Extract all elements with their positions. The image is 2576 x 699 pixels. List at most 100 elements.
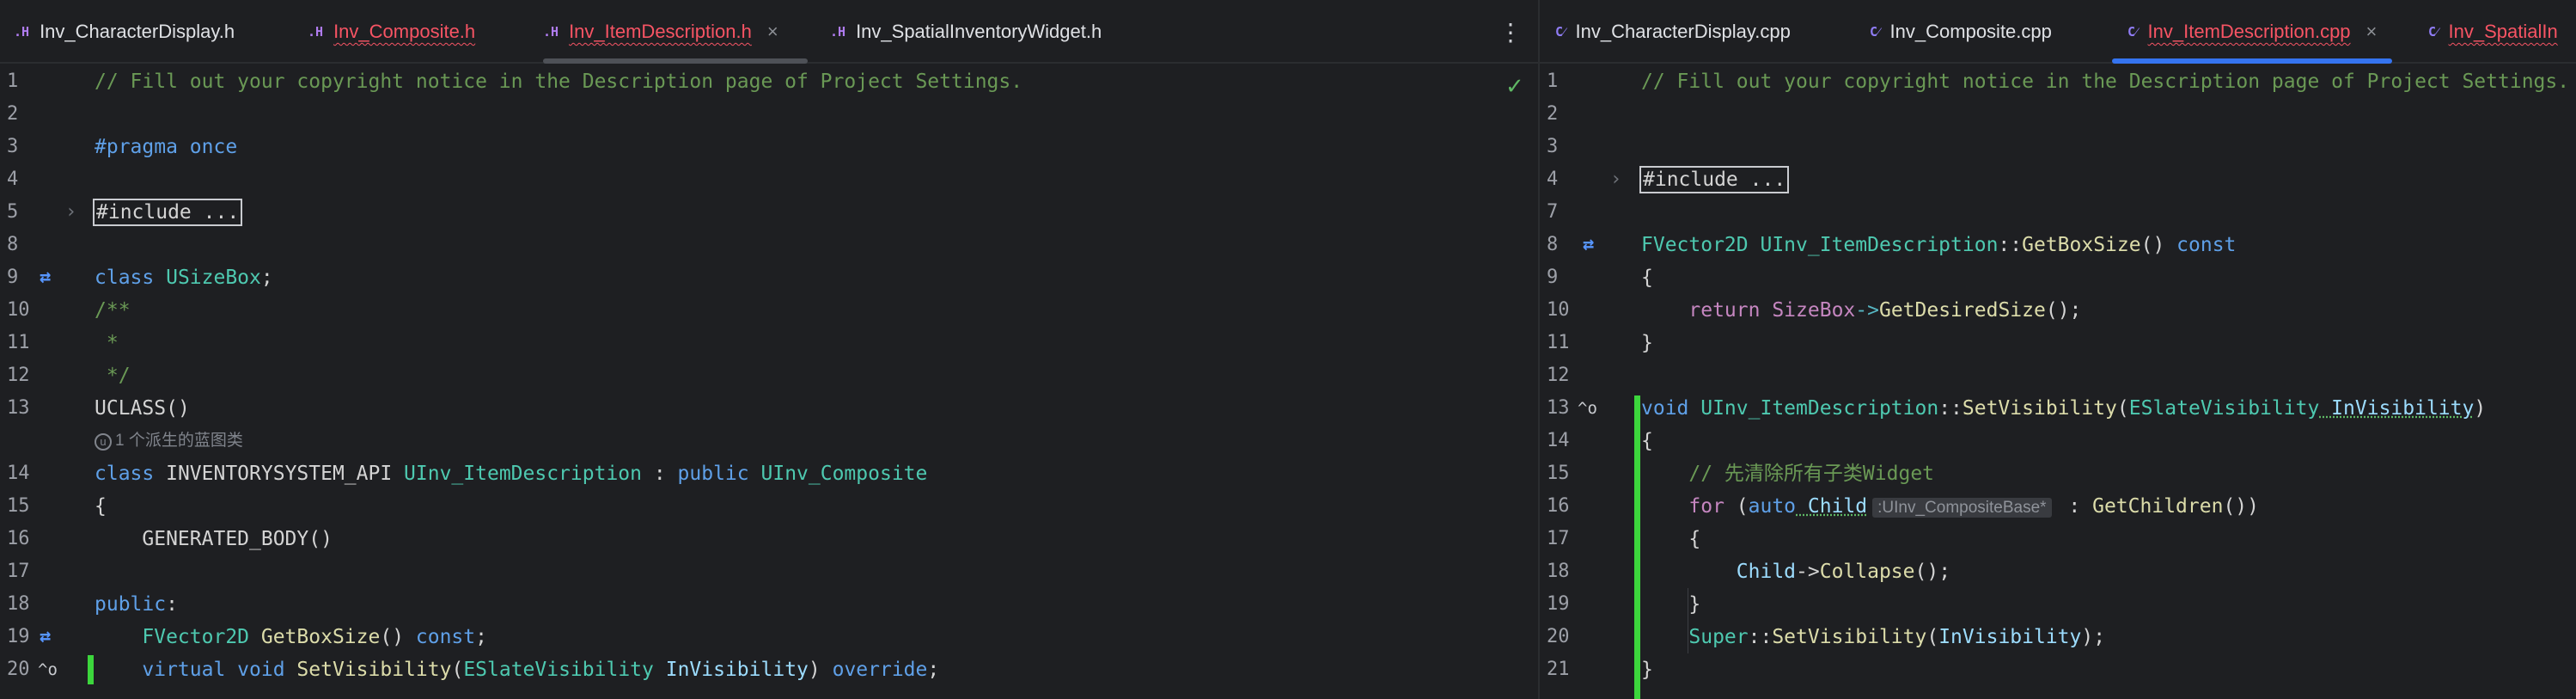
code-text: for (auto Child:UInv_CompositeBase* : Ge… — [1641, 495, 2259, 518]
code-text: } — [1641, 659, 1653, 681]
tab-inv-composite-cpp[interactable]: C⁄ Inv_Composite.cpp — [1870, 0, 2052, 64]
code-line: 7 — [1540, 196, 2576, 229]
header-file-icon: .H — [14, 24, 30, 40]
code-text: FVector2D GetBoxSize() const; — [95, 626, 487, 648]
line-number: 12 — [1547, 365, 1570, 386]
tab-inv-spatialinventorywidget-h[interactable]: .H Inv_SpatialInventoryWidget.h — [830, 0, 1102, 64]
header-file-icon: .H — [543, 24, 559, 40]
line-number: 13 — [7, 397, 30, 419]
code-line: 4 — [0, 163, 1538, 196]
implemented-override-icon[interactable]: ^o — [38, 653, 58, 686]
line-number: 19 — [1547, 593, 1570, 615]
code-line: 12 — [1540, 359, 2576, 392]
code-text: virtual void SetVisibility(ESlateVisibil… — [95, 659, 940, 681]
tab-inv-itemdescription-h[interactable]: .H Inv_ItemDescription.h × — [543, 0, 778, 64]
line-number: 16 — [7, 528, 30, 549]
code-line: 21 } — [1540, 653, 2576, 686]
line-number: 1 — [7, 71, 19, 92]
code-text: public: — [95, 593, 178, 616]
line-number: 18 — [7, 593, 30, 615]
more-tabs-icon[interactable]: ⋮ — [1499, 0, 1523, 64]
code-editor-right[interactable]: 1 // Fill out your copyright notice in t… — [1540, 65, 2576, 699]
tab-bar-right: C⁄ Inv_CharacterDisplay.cpp C⁄ Inv_Compo… — [1540, 0, 2576, 64]
code-line: 11 * — [0, 327, 1538, 359]
fold-chevron-icon[interactable]: › — [65, 196, 76, 229]
code-line: 2 — [0, 98, 1538, 131]
header-file-icon: .H — [830, 24, 846, 40]
tab-inv-spatialinventorywidget-cpp[interactable]: C⁄ Inv_SpatialIn — [2428, 0, 2558, 64]
code-text: // 先清除所有子类Widget — [1641, 463, 1935, 485]
line-number: 2 — [1547, 103, 1559, 125]
code-line: 8 — [0, 229, 1538, 261]
code-line: 3 — [1540, 131, 2576, 163]
code-line: 15 { — [0, 490, 1538, 523]
code-text: { — [95, 495, 107, 518]
tab-label: Inv_CharacterDisplay.h — [40, 21, 235, 42]
navigate-related-icon[interactable]: ⇄ — [40, 621, 51, 653]
code-line: 10 /** — [0, 294, 1538, 327]
active-tab-indicator — [2112, 58, 2392, 64]
code-line: 18 Child->Collapse(); — [1540, 555, 2576, 588]
line-number: 2 — [7, 103, 19, 125]
line-number: 7 — [1547, 201, 1559, 223]
folded-include-block[interactable]: #include ... — [92, 196, 243, 229]
blueprint-derived-hint[interactable]: u1 个派生的蓝图类 — [95, 425, 243, 457]
code-line: 16 for (auto Child:UInv_CompositeBase* :… — [1540, 490, 2576, 523]
code-editor-left[interactable]: ✓ 1 // Fill out your copyright notice in… — [0, 65, 1538, 699]
implements-declaration-icon[interactable]: ^o — [1578, 392, 1597, 425]
folded-include-block[interactable]: #include ... — [1639, 163, 1790, 196]
line-number: 14 — [1547, 430, 1570, 451]
code-line: 11 } — [1540, 327, 2576, 359]
tab-inv-itemdescription-cpp[interactable]: C⁄ Inv_ItemDescription.cpp × — [2127, 0, 2377, 64]
line-number: 16 — [1547, 495, 1570, 517]
line-number: 11 — [7, 332, 30, 353]
tab-label: Inv_SpatialInventoryWidget.h — [856, 21, 1102, 42]
code-line: 17 { — [1540, 523, 2576, 555]
line-number: 15 — [7, 495, 30, 517]
code-text: UCLASS() — [95, 397, 190, 420]
tab-inv-composite-h[interactable]: .H Inv_Composite.h — [308, 0, 475, 64]
cpp-file-icon: C⁄ — [2428, 23, 2439, 40]
active-tab-indicator — [543, 58, 808, 64]
code-line: 17 — [0, 555, 1538, 588]
tab-inv-characterdisplay-h[interactable]: .H Inv_CharacterDisplay.h — [14, 0, 235, 64]
cpp-file-icon: C⁄ — [1555, 23, 1566, 40]
code-line: 9 ⇄ class USizeBox; — [0, 261, 1538, 294]
code-line: 15 // 先清除所有子类Widget — [1540, 457, 2576, 490]
code-line: 18 public: — [0, 588, 1538, 621]
close-icon[interactable]: × — [767, 21, 778, 43]
editor-pane-left: .H Inv_CharacterDisplay.h .H Inv_Composi… — [0, 0, 1538, 699]
code-line: 16 GENERATED_BODY() — [0, 523, 1538, 555]
tab-inv-characterdisplay-cpp[interactable]: C⁄ Inv_CharacterDisplay.cpp — [1555, 0, 1791, 64]
code-line: 14 { — [1540, 425, 2576, 457]
vcs-change-marker[interactable] — [88, 655, 94, 684]
code-text: class USizeBox; — [95, 267, 273, 289]
tab-label: Inv_ItemDescription.cpp — [2147, 21, 2351, 42]
code-text: return SizeBox->GetDesiredSize(); — [1641, 299, 2082, 322]
line-number: 3 — [7, 136, 19, 157]
line-number: 3 — [1547, 136, 1559, 157]
navigate-related-icon[interactable]: ⇄ — [1583, 229, 1594, 261]
type-hint: :UInv_CompositeBase* — [1872, 498, 2052, 518]
line-number: 17 — [7, 561, 30, 582]
line-number: 9 — [1547, 267, 1559, 288]
code-line: 10 return SizeBox->GetDesiredSize(); — [1540, 294, 2576, 327]
code-line: 4 › #include ... — [1540, 163, 2576, 196]
code-line: 1 // Fill out your copyright notice in t… — [0, 65, 1538, 98]
tab-label: Inv_SpatialIn — [2448, 21, 2558, 42]
line-number: 4 — [1547, 169, 1559, 190]
code-line: 3 #pragma once — [0, 131, 1538, 163]
code-line: 19 } — [1540, 588, 2576, 621]
cpp-file-icon: C⁄ — [2127, 23, 2138, 40]
code-text: /** — [95, 299, 131, 322]
line-number: 17 — [1547, 528, 1570, 549]
line-number: 11 — [1547, 332, 1570, 353]
tab-label: Inv_CharacterDisplay.cpp — [1575, 21, 1791, 42]
line-number: 14 — [7, 463, 30, 484]
code-text: GENERATED_BODY() — [95, 528, 333, 550]
close-icon[interactable]: × — [2366, 21, 2378, 43]
fold-chevron-icon[interactable]: › — [1610, 163, 1621, 196]
navigate-related-icon[interactable]: ⇄ — [40, 261, 51, 294]
code-line: 5 › #include ... — [0, 196, 1538, 229]
line-number: 21 — [1547, 659, 1570, 680]
